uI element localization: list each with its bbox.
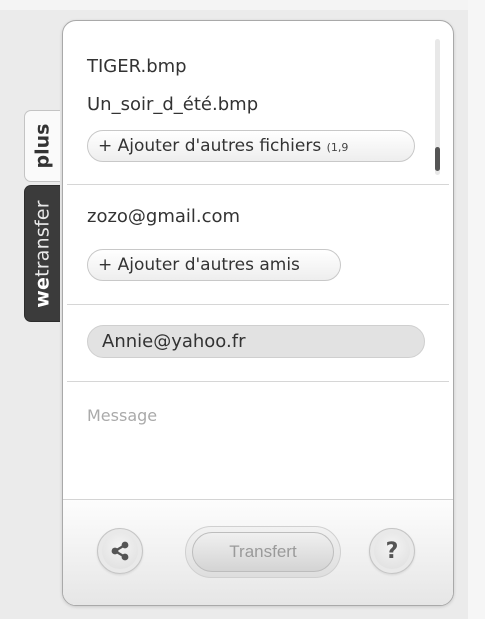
tab-wetransfer[interactable]: wetransfer [24,185,60,322]
wetransfer-logo-prefix: we [31,276,54,308]
files-size-note: (1,9 [326,141,349,154]
right-strip [468,0,485,619]
help-button[interactable]: ? [369,528,415,574]
sender-section: Annie@yahoo.fr [67,305,449,382]
add-friends-button[interactable]: + Ajouter d'autres amis [87,249,341,281]
tab-plus-label: plus [31,123,54,169]
message-placeholder: Message [87,406,158,425]
file-item: TIGER.bmp [87,56,187,77]
wetransfer-logo-suffix: transfer [31,199,54,277]
transfer-button[interactable]: Transfert [192,532,334,572]
message-section[interactable]: Message [67,382,449,499]
transfer-panel: TIGER.bmp Un_soir_d_été.bmp + Ajouter d'… [62,20,454,606]
tab-wetransfer-label: wetransfer [31,199,54,308]
transfer-button-ring: Transfert [185,526,341,578]
file-item: Un_soir_d_été.bmp [87,94,259,115]
add-files-label: + Ajouter d'autres fichiers [98,136,322,156]
sender-email-field[interactable]: Annie@yahoo.fr [87,325,425,358]
files-section: TIGER.bmp Un_soir_d_été.bmp + Ajouter d'… [67,25,449,185]
share-button[interactable] [97,528,143,574]
add-files-button[interactable]: + Ajouter d'autres fichiers (1,9 [87,130,415,162]
top-strip [0,0,485,10]
panel-footer: Transfert ? [63,499,453,605]
friend-email: zozo@gmail.com [87,206,241,227]
tab-plus[interactable]: plus [24,110,60,182]
files-scrollbar-thumb[interactable] [435,147,440,171]
help-icon: ? [385,538,399,564]
panel-content: TIGER.bmp Un_soir_d_été.bmp + Ajouter d'… [67,25,449,499]
files-scrollbar[interactable] [435,39,440,175]
share-icon [111,541,129,561]
friends-section: zozo@gmail.com + Ajouter d'autres amis [67,185,449,305]
